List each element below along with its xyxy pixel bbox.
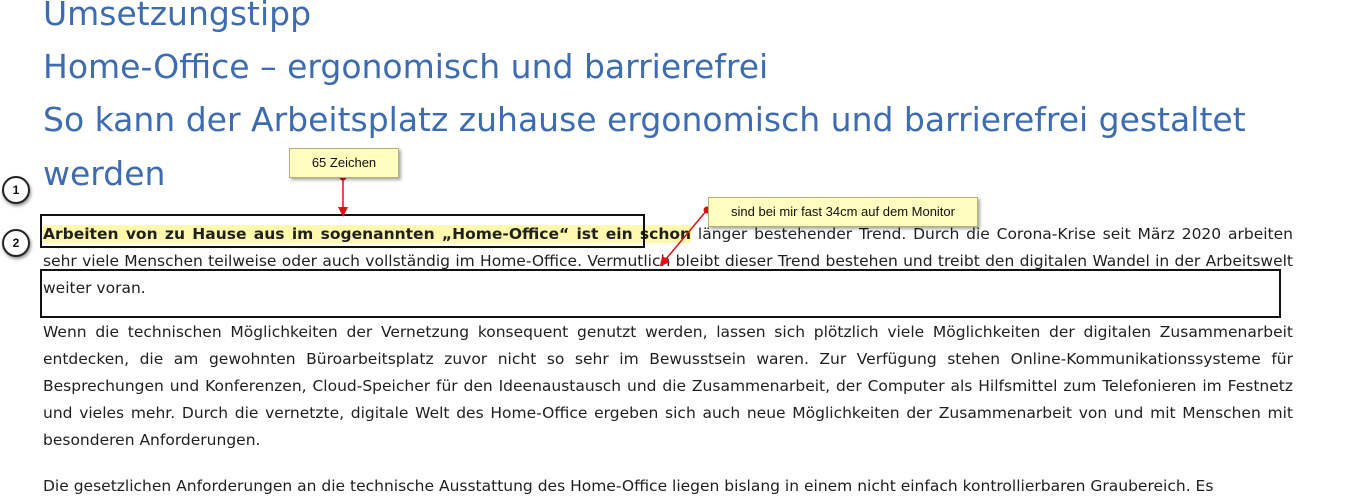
step-marker-2: 2 — [2, 229, 30, 257]
intro-paragraph: Arbeiten von zu Hause aus im sogenannten… — [43, 221, 1293, 302]
tip-heading: Umsetzungstipp — [43, 0, 312, 33]
subtitle-line-2: werden — [43, 154, 166, 193]
page-title: Home-Office – ergonomisch und barrierefr… — [43, 47, 769, 86]
callout-width: sind bei mir fast 34cm auf dem Monitor — [708, 197, 978, 227]
step-marker-1: 1 — [2, 176, 30, 204]
body-paragraph-3: Die gesetzlichen Anforderungen an die te… — [43, 477, 1214, 495]
body-paragraph-2: Wenn die technischen Möglichkeiten der V… — [43, 323, 1293, 449]
highlighted-text: Arbeiten von zu Hause aus im sogenannten… — [43, 225, 692, 243]
subtitle-line-1: So kann der Arbeitsplatz zuhause ergonom… — [43, 100, 1246, 139]
callout-chars: 65 Zeichen — [289, 148, 399, 178]
